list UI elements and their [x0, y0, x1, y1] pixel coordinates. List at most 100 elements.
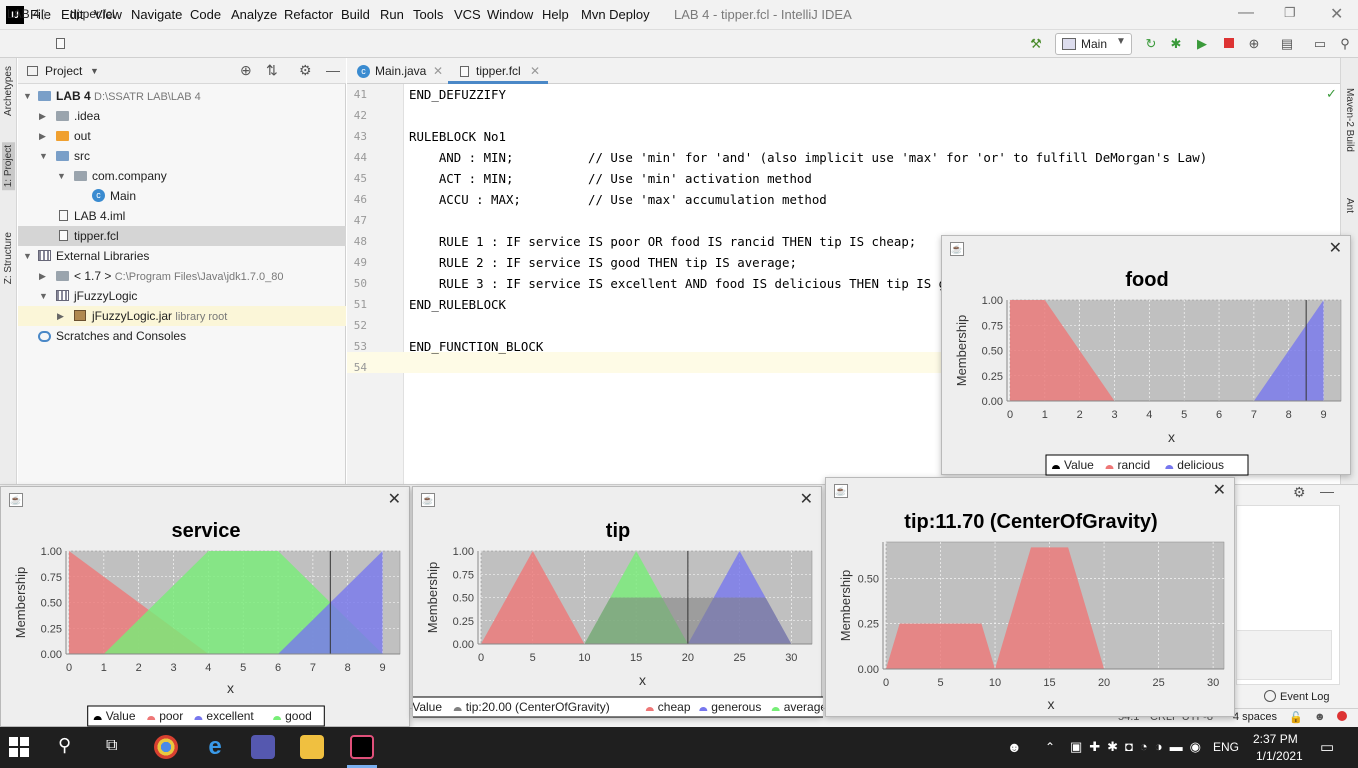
tree-item-jfuzzylogic-jar[interactable]: jFuzzyLogic.jar library root: [92, 306, 227, 326]
structure-tool-tab[interactable]: Z: Structure: [3, 232, 14, 284]
menu-item-code[interactable]: Code: [190, 7, 221, 22]
tip-plot-window[interactable]: ☕ ✕ tip 0 5 10 15 20 25 30 0.00 0.25 0.50 0.75 1.00 x…: [412, 486, 823, 718]
teams-icon[interactable]: [251, 735, 275, 759]
windows-start-icon[interactable]: [9, 737, 29, 757]
collapse-all-icon[interactable]: ⇅: [266, 62, 278, 79]
project-structure-icon[interactable]: ▤: [1279, 36, 1295, 52]
lock-icon[interactable]: 🔓: [1289, 711, 1303, 724]
chevron-down-icon[interactable]: ▼: [90, 66, 99, 76]
language-indicator[interactable]: ENG: [1213, 740, 1239, 754]
code-line[interactable]: END_DEFUZZIFY: [409, 87, 506, 102]
code-line[interactable]: ACCU : MAX; // Use 'max' accumulation me…: [409, 192, 827, 207]
debug-icon[interactable]: ✱: [1168, 36, 1184, 52]
tree-item-com-company[interactable]: com.company: [92, 166, 167, 186]
x-axis-label: x: [1168, 429, 1175, 445]
inspector-icon[interactable]: ☻: [1314, 711, 1326, 723]
chevron-down-icon[interactable]: ▼: [23, 246, 32, 266]
search-icon[interactable]: ⚲: [1337, 36, 1353, 52]
chevron-right-icon[interactable]: ▶: [39, 106, 46, 126]
breadcrumb-project[interactable]: LAB 4: [7, 7, 40, 21]
tree-item-idea[interactable]: .idea: [74, 106, 100, 126]
menu-item-build[interactable]: Build: [341, 7, 370, 22]
chevron-down-icon[interactable]: ▼: [39, 286, 48, 306]
tree-item-src[interactable]: src: [74, 146, 90, 166]
code-line[interactable]: RULE 3 : IF service IS excellent AND foo…: [409, 276, 1006, 291]
tree-item-tipper-fcl[interactable]: tipper.fcl: [74, 226, 119, 246]
chevron-right-icon[interactable]: ▶: [57, 306, 64, 326]
error-icon[interactable]: [1337, 711, 1347, 721]
notification-icon[interactable]: ▭: [1320, 738, 1334, 756]
code-line[interactable]: RULE 1 : IF service IS poor OR food IS r…: [409, 234, 916, 249]
hide-panel-icon[interactable]: —: [326, 62, 340, 78]
terminal-icon[interactable]: ▭: [1312, 36, 1328, 52]
restore-icon[interactable]: ❐: [1284, 5, 1296, 21]
chevron-down-icon[interactable]: ▼: [57, 166, 66, 186]
search-icon[interactable]: ⚲: [58, 735, 71, 756]
tip-cog-plot-window[interactable]: ☕ ✕ tip:11.70 (CenterOfGravity) 0 5 10 15 20 2…: [825, 477, 1235, 717]
indent-status[interactable]: 4 spaces: [1233, 711, 1277, 723]
build-hammer-icon[interactable]: ⚒: [1028, 36, 1044, 52]
tab-main-java[interactable]: Main.java: [375, 64, 426, 78]
close-tab-icon[interactable]: ✕: [530, 64, 540, 78]
locate-icon[interactable]: ⊕: [240, 62, 252, 79]
chevron-right-icon[interactable]: ▶: [39, 126, 46, 146]
maven-tool-tab[interactable]: Maven-2 Build: [1344, 88, 1355, 152]
menu-item-navigate[interactable]: Navigate: [131, 7, 182, 22]
chevron-up-icon[interactable]: ⌃: [1045, 740, 1055, 754]
minimize-icon[interactable]: —: [1238, 4, 1254, 22]
code-line[interactable]: AND : MIN; // Use 'min' for 'and' (also …: [409, 150, 1207, 165]
hide-panel-icon[interactable]: —: [1320, 483, 1334, 499]
chevron-right-icon[interactable]: ▶: [39, 266, 46, 286]
code-line[interactable]: RULE 2 : IF service IS good THEN tip IS …: [409, 255, 797, 270]
task-view-icon[interactable]: ⧉: [106, 737, 117, 755]
chevron-down-icon[interactable]: ▼: [39, 146, 48, 166]
menu-item-analyze[interactable]: Analyze: [231, 7, 277, 22]
menu-item-tools[interactable]: Tools: [413, 7, 443, 22]
ant-tool-tab[interactable]: Ant: [1344, 198, 1355, 213]
rerun-icon[interactable]: ↻: [1143, 36, 1159, 52]
food-plot-window[interactable]: ☕ ✕ food 0 1 2 3 4 5 6 7 8 9 0.00 0.25 0.50 0.75 1.00 x M…: [941, 235, 1351, 476]
close-window-icon[interactable]: ✕: [1330, 4, 1343, 24]
menu-item-mvn-deploy[interactable]: Mvn Deploy: [581, 7, 650, 22]
breadcrumb-file[interactable]: tipper.fcl: [70, 7, 115, 21]
tree-item-jfuzzylogic[interactable]: jFuzzyLogic: [74, 286, 137, 306]
menu-item-vcs[interactable]: VCS: [454, 7, 481, 22]
gear-icon[interactable]: ⚙: [1293, 484, 1306, 501]
project-view-label[interactable]: Project: [45, 64, 82, 78]
menu-item-refactor[interactable]: Refactor: [284, 7, 333, 22]
service-plot-window[interactable]: ☕ ✕ service 0 1 2 3 4 5 6 7 8 9 0.00 0.25 0.50 0.75 1.0…: [0, 486, 410, 727]
internet-explorer-icon[interactable]: e: [203, 735, 227, 759]
code-line[interactable]: ACT : MIN; // Use 'min' activation metho…: [409, 171, 812, 186]
archetypes-tool-tab[interactable]: Archetypes: [3, 66, 14, 116]
chevron-down-icon[interactable]: ▼: [23, 86, 32, 106]
menu-item-help[interactable]: Help: [542, 7, 569, 22]
code-line[interactable]: RULEBLOCK No1: [409, 129, 506, 144]
clock-date[interactable]: 1/1/2021: [1256, 749, 1303, 763]
menu-item-run[interactable]: Run: [380, 7, 404, 22]
project-tool-tab[interactable]: 1: Project: [2, 142, 15, 191]
clock-time[interactable]: 2:37 PM: [1253, 732, 1298, 746]
people-icon[interactable]: ☻: [1007, 739, 1022, 755]
menu-item-window[interactable]: Window: [487, 7, 533, 22]
tab-tipper-fcl[interactable]: tipper.fcl: [476, 64, 521, 78]
code-line[interactable]: END_RULEBLOCK: [409, 297, 506, 312]
tree-item-lab4-iml[interactable]: LAB 4.iml: [74, 206, 125, 226]
tree-item-out[interactable]: out: [74, 126, 91, 146]
run-coverage-icon[interactable]: ▶: [1194, 36, 1210, 52]
gear-icon[interactable]: ⚙: [299, 62, 312, 79]
tree-item-lab4[interactable]: LAB 4 D:\SSATR LAB\LAB 4: [56, 86, 201, 106]
system-tray-icons[interactable]: ▣✚✱◘◔◑▬◉: [1070, 739, 1208, 755]
globe-icon[interactable]: ⊕: [1246, 36, 1262, 52]
close-tab-icon[interactable]: ✕: [433, 64, 443, 78]
tree-item-main[interactable]: Main: [110, 186, 136, 206]
service-chart: service 0 1 2 3 4 5 6 7 8 9 0.00 0.25 0.50 0.75 1.00 x Me…: [13, 520, 401, 727]
file-explorer-icon[interactable]: [300, 735, 324, 759]
code-line[interactable]: END_FUNCTION_BLOCK: [409, 339, 543, 354]
stop-icon[interactable]: [1221, 36, 1237, 52]
event-log-link[interactable]: Event Log: [1280, 691, 1330, 703]
tree-item-scratches[interactable]: Scratches and Consoles: [56, 326, 186, 346]
intellij-taskbar-icon[interactable]: [350, 735, 374, 759]
chrome-icon[interactable]: [154, 735, 178, 759]
tree-item-jdk[interactable]: < 1.7 > C:\Program Files\Java\jdk1.7.0_8…: [74, 266, 283, 286]
tree-item-external-libraries[interactable]: External Libraries: [56, 246, 149, 266]
